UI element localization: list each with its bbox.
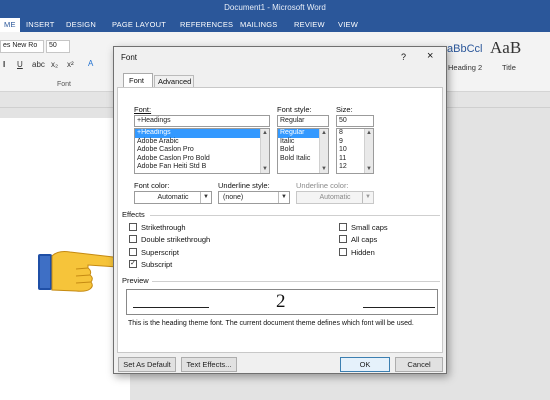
tab-mailings[interactable]: MAILINGS bbox=[240, 20, 277, 29]
strikethrough-label: Strikethrough bbox=[141, 223, 186, 232]
scroll-up-icon[interactable]: ▲ bbox=[321, 130, 327, 136]
underline-button[interactable]: U bbox=[17, 60, 23, 69]
chevron-down-icon: ▼ bbox=[362, 192, 373, 203]
set-as-default-button[interactable]: Set As Default bbox=[118, 357, 176, 372]
size-input[interactable]: 50 bbox=[336, 115, 374, 127]
font-style-list[interactable]: Regular Italic Bold Bold Italic ▲ ▼ bbox=[277, 128, 329, 174]
font-size-box[interactable]: 50 bbox=[46, 40, 70, 53]
font-list-item[interactable]: Adobe Fan Heiti Std B bbox=[135, 163, 269, 172]
italic-button[interactable]: I bbox=[3, 60, 5, 69]
small-caps-checkbox[interactable] bbox=[339, 223, 347, 231]
subscript-label: Subscript bbox=[141, 260, 173, 269]
hidden-label: Hidden bbox=[351, 248, 375, 257]
chevron-down-icon[interactable]: ▼ bbox=[200, 192, 211, 203]
title-style-sample[interactable]: AaB bbox=[490, 38, 521, 58]
font-style-scrollbar[interactable]: ▲ ▼ bbox=[319, 129, 328, 173]
preview-line-right bbox=[363, 307, 435, 308]
preview-divider bbox=[152, 281, 440, 282]
font-input[interactable]: +Headings bbox=[134, 115, 270, 127]
hidden-checkbox[interactable] bbox=[339, 248, 347, 256]
font-list-item[interactable]: Adobe Caslon Pro bbox=[135, 146, 269, 155]
chevron-down-icon[interactable]: ▼ bbox=[278, 192, 289, 203]
font-color-select[interactable]: Automatic ▼ bbox=[134, 191, 212, 204]
scroll-up-icon[interactable]: ▲ bbox=[366, 130, 372, 136]
subscript-button[interactable]: x₂ bbox=[51, 60, 58, 69]
superscript-checkbox[interactable] bbox=[129, 248, 137, 256]
scroll-down-icon[interactable]: ▼ bbox=[366, 166, 372, 172]
font-list-scrollbar[interactable]: ▲ ▼ bbox=[260, 129, 269, 173]
size-list[interactable]: 8 9 10 11 12 ▲ ▼ bbox=[336, 128, 374, 174]
scroll-down-icon[interactable]: ▼ bbox=[262, 166, 268, 172]
scroll-down-icon[interactable]: ▼ bbox=[321, 166, 327, 172]
window-title: Document1 - Microsoft Word bbox=[224, 3, 326, 12]
tab-references[interactable]: REFERENCES bbox=[180, 20, 233, 29]
underline-style-select[interactable]: (none) ▼ bbox=[218, 191, 290, 204]
all-caps-checkbox[interactable] bbox=[339, 235, 347, 243]
scroll-up-icon[interactable]: ▲ bbox=[262, 130, 268, 136]
font-list-item[interactable]: +Headings bbox=[135, 129, 269, 138]
preview-label: Preview bbox=[122, 276, 149, 285]
subscript-checkbox[interactable]: ✓ bbox=[129, 260, 137, 268]
underline-color-value: Automatic bbox=[319, 194, 351, 201]
font-style-label: Font style: bbox=[277, 105, 312, 114]
title-bar: Document1 - Microsoft Word bbox=[0, 0, 550, 16]
font-color-value: Automatic bbox=[157, 194, 189, 201]
tab-design[interactable]: DESIGN bbox=[66, 20, 96, 29]
cancel-button[interactable]: Cancel bbox=[395, 357, 443, 372]
font-label: Font: bbox=[134, 105, 152, 114]
dialog-title: Font bbox=[121, 53, 138, 62]
font-color-label: Font color: bbox=[134, 181, 170, 190]
font-dialog: Font ? × Font Advanced Font: +Headings +… bbox=[113, 46, 447, 374]
superscript-label: Superscript bbox=[141, 248, 179, 257]
underline-style-label: Underline style: bbox=[218, 181, 270, 190]
underline-style-value: (none) bbox=[223, 194, 244, 201]
font-list-item[interactable]: Adobe Arabic bbox=[135, 138, 269, 147]
tab-advanced[interactable]: Advanced bbox=[154, 75, 194, 87]
all-caps-label: All caps bbox=[351, 235, 378, 244]
underline-color-select: Automatic ▼ bbox=[296, 191, 374, 204]
preview-line-left bbox=[133, 307, 209, 308]
text-effects-button[interactable]: Text Effects... bbox=[181, 357, 237, 372]
size-list-scrollbar[interactable]: ▲ ▼ bbox=[364, 129, 373, 173]
ok-button[interactable]: OK bbox=[340, 357, 390, 372]
font-list[interactable]: +Headings Adobe Arabic Adobe Caslon Pro … bbox=[134, 128, 270, 174]
font-group-label: Font bbox=[57, 81, 72, 88]
font-name-box[interactable]: es New Ro bbox=[0, 40, 44, 53]
double-strikethrough-checkbox[interactable] bbox=[129, 235, 137, 243]
strikethrough-button[interactable]: abc bbox=[32, 60, 45, 69]
effects-label: Effects bbox=[122, 210, 145, 219]
heading2-style-sample[interactable]: aBbCcl bbox=[447, 43, 482, 55]
preview-note: This is the heading theme font. The curr… bbox=[128, 320, 414, 327]
text-effects-icon[interactable]: A bbox=[88, 59, 93, 68]
underline-color-label: Underline color: bbox=[296, 181, 349, 190]
tab-font[interactable]: Font bbox=[123, 73, 153, 87]
ribbon-tabs: ME INSERT DESIGN PAGE LAYOUT REFERENCES … bbox=[0, 16, 550, 32]
tab-home[interactable]: ME bbox=[0, 18, 20, 32]
font-list-item[interactable]: Adobe Caslon Pro Bold bbox=[135, 155, 269, 164]
close-button[interactable]: × bbox=[427, 50, 433, 62]
help-button[interactable]: ? bbox=[401, 52, 406, 62]
heading2-style-name: Heading 2 bbox=[448, 63, 483, 72]
size-label: Size: bbox=[336, 105, 353, 114]
tab-insert[interactable]: INSERT bbox=[26, 20, 55, 29]
effects-divider bbox=[150, 215, 440, 216]
preview-box: 2 bbox=[126, 289, 438, 315]
font-style-input[interactable]: Regular bbox=[277, 115, 329, 127]
tab-view[interactable]: VIEW bbox=[338, 20, 358, 29]
title-style-name: Title bbox=[502, 63, 516, 72]
tab-review[interactable]: REVIEW bbox=[294, 20, 325, 29]
preview-text: 2 bbox=[276, 291, 286, 312]
strikethrough-checkbox[interactable] bbox=[129, 223, 137, 231]
double-strikethrough-label: Double strikethrough bbox=[141, 235, 211, 244]
small-caps-label: Small caps bbox=[351, 223, 388, 232]
tab-page-layout[interactable]: PAGE LAYOUT bbox=[112, 20, 166, 29]
superscript-button[interactable]: x² bbox=[67, 60, 74, 69]
